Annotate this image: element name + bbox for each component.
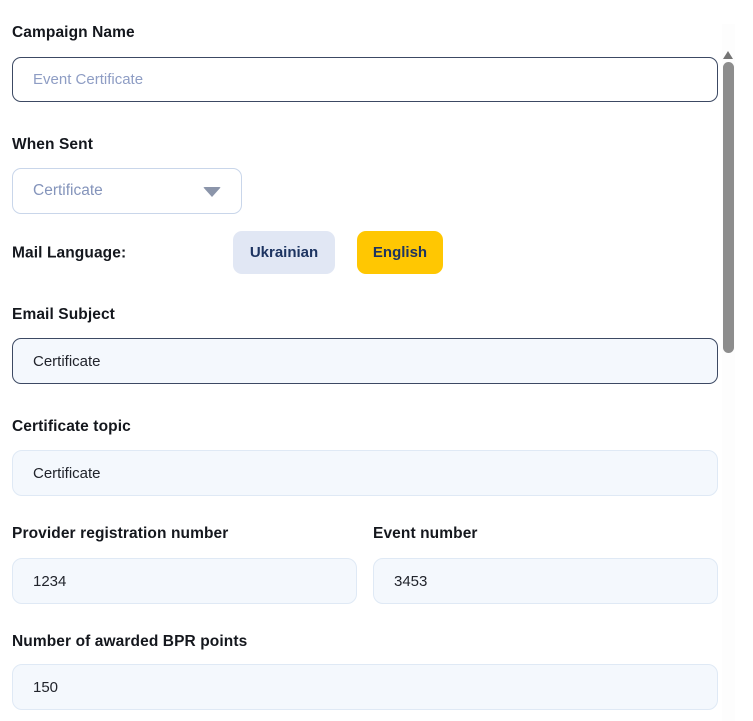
email-subject-label: Email Subject [12,306,718,323]
when-sent-dropdown[interactable]: Certificate [12,168,242,214]
when-sent-selected-value: Certificate [33,182,103,200]
campaign-form-page: Campaign Name When Sent Certificate Mail… [0,24,753,721]
language-button-ukrainian[interactable]: Ukrainian [233,231,335,274]
caret-down-icon [203,187,221,197]
scrollbar-thumb[interactable] [723,62,734,353]
event-number-label: Event number [373,525,718,542]
mail-language-label: Mail Language: [12,244,126,261]
email-subject-input[interactable] [12,338,718,384]
event-number-input[interactable] [373,558,718,604]
campaign-name-label: Campaign Name [12,24,718,41]
bpr-points-input[interactable] [12,664,718,710]
language-button-english[interactable]: English [357,231,443,274]
when-sent-label: When Sent [12,136,718,153]
scrollbar[interactable] [722,24,735,721]
numbers-row: Provider registration number Event numbe… [12,525,718,604]
provider-registration-label: Provider registration number [12,525,357,542]
provider-registration-input[interactable] [12,558,357,604]
mail-language-row: Mail Language: Ukrainian English [12,231,718,274]
bpr-points-label: Number of awarded BPR points [12,633,718,650]
certificate-topic-input[interactable] [12,450,718,496]
campaign-form: Campaign Name When Sent Certificate Mail… [12,24,718,710]
event-number-field: Event number [373,525,718,604]
campaign-name-input[interactable] [12,57,718,102]
scroll-up-icon[interactable] [723,51,733,59]
certificate-topic-label: Certificate topic [12,418,718,435]
provider-registration-field: Provider registration number [12,525,357,604]
